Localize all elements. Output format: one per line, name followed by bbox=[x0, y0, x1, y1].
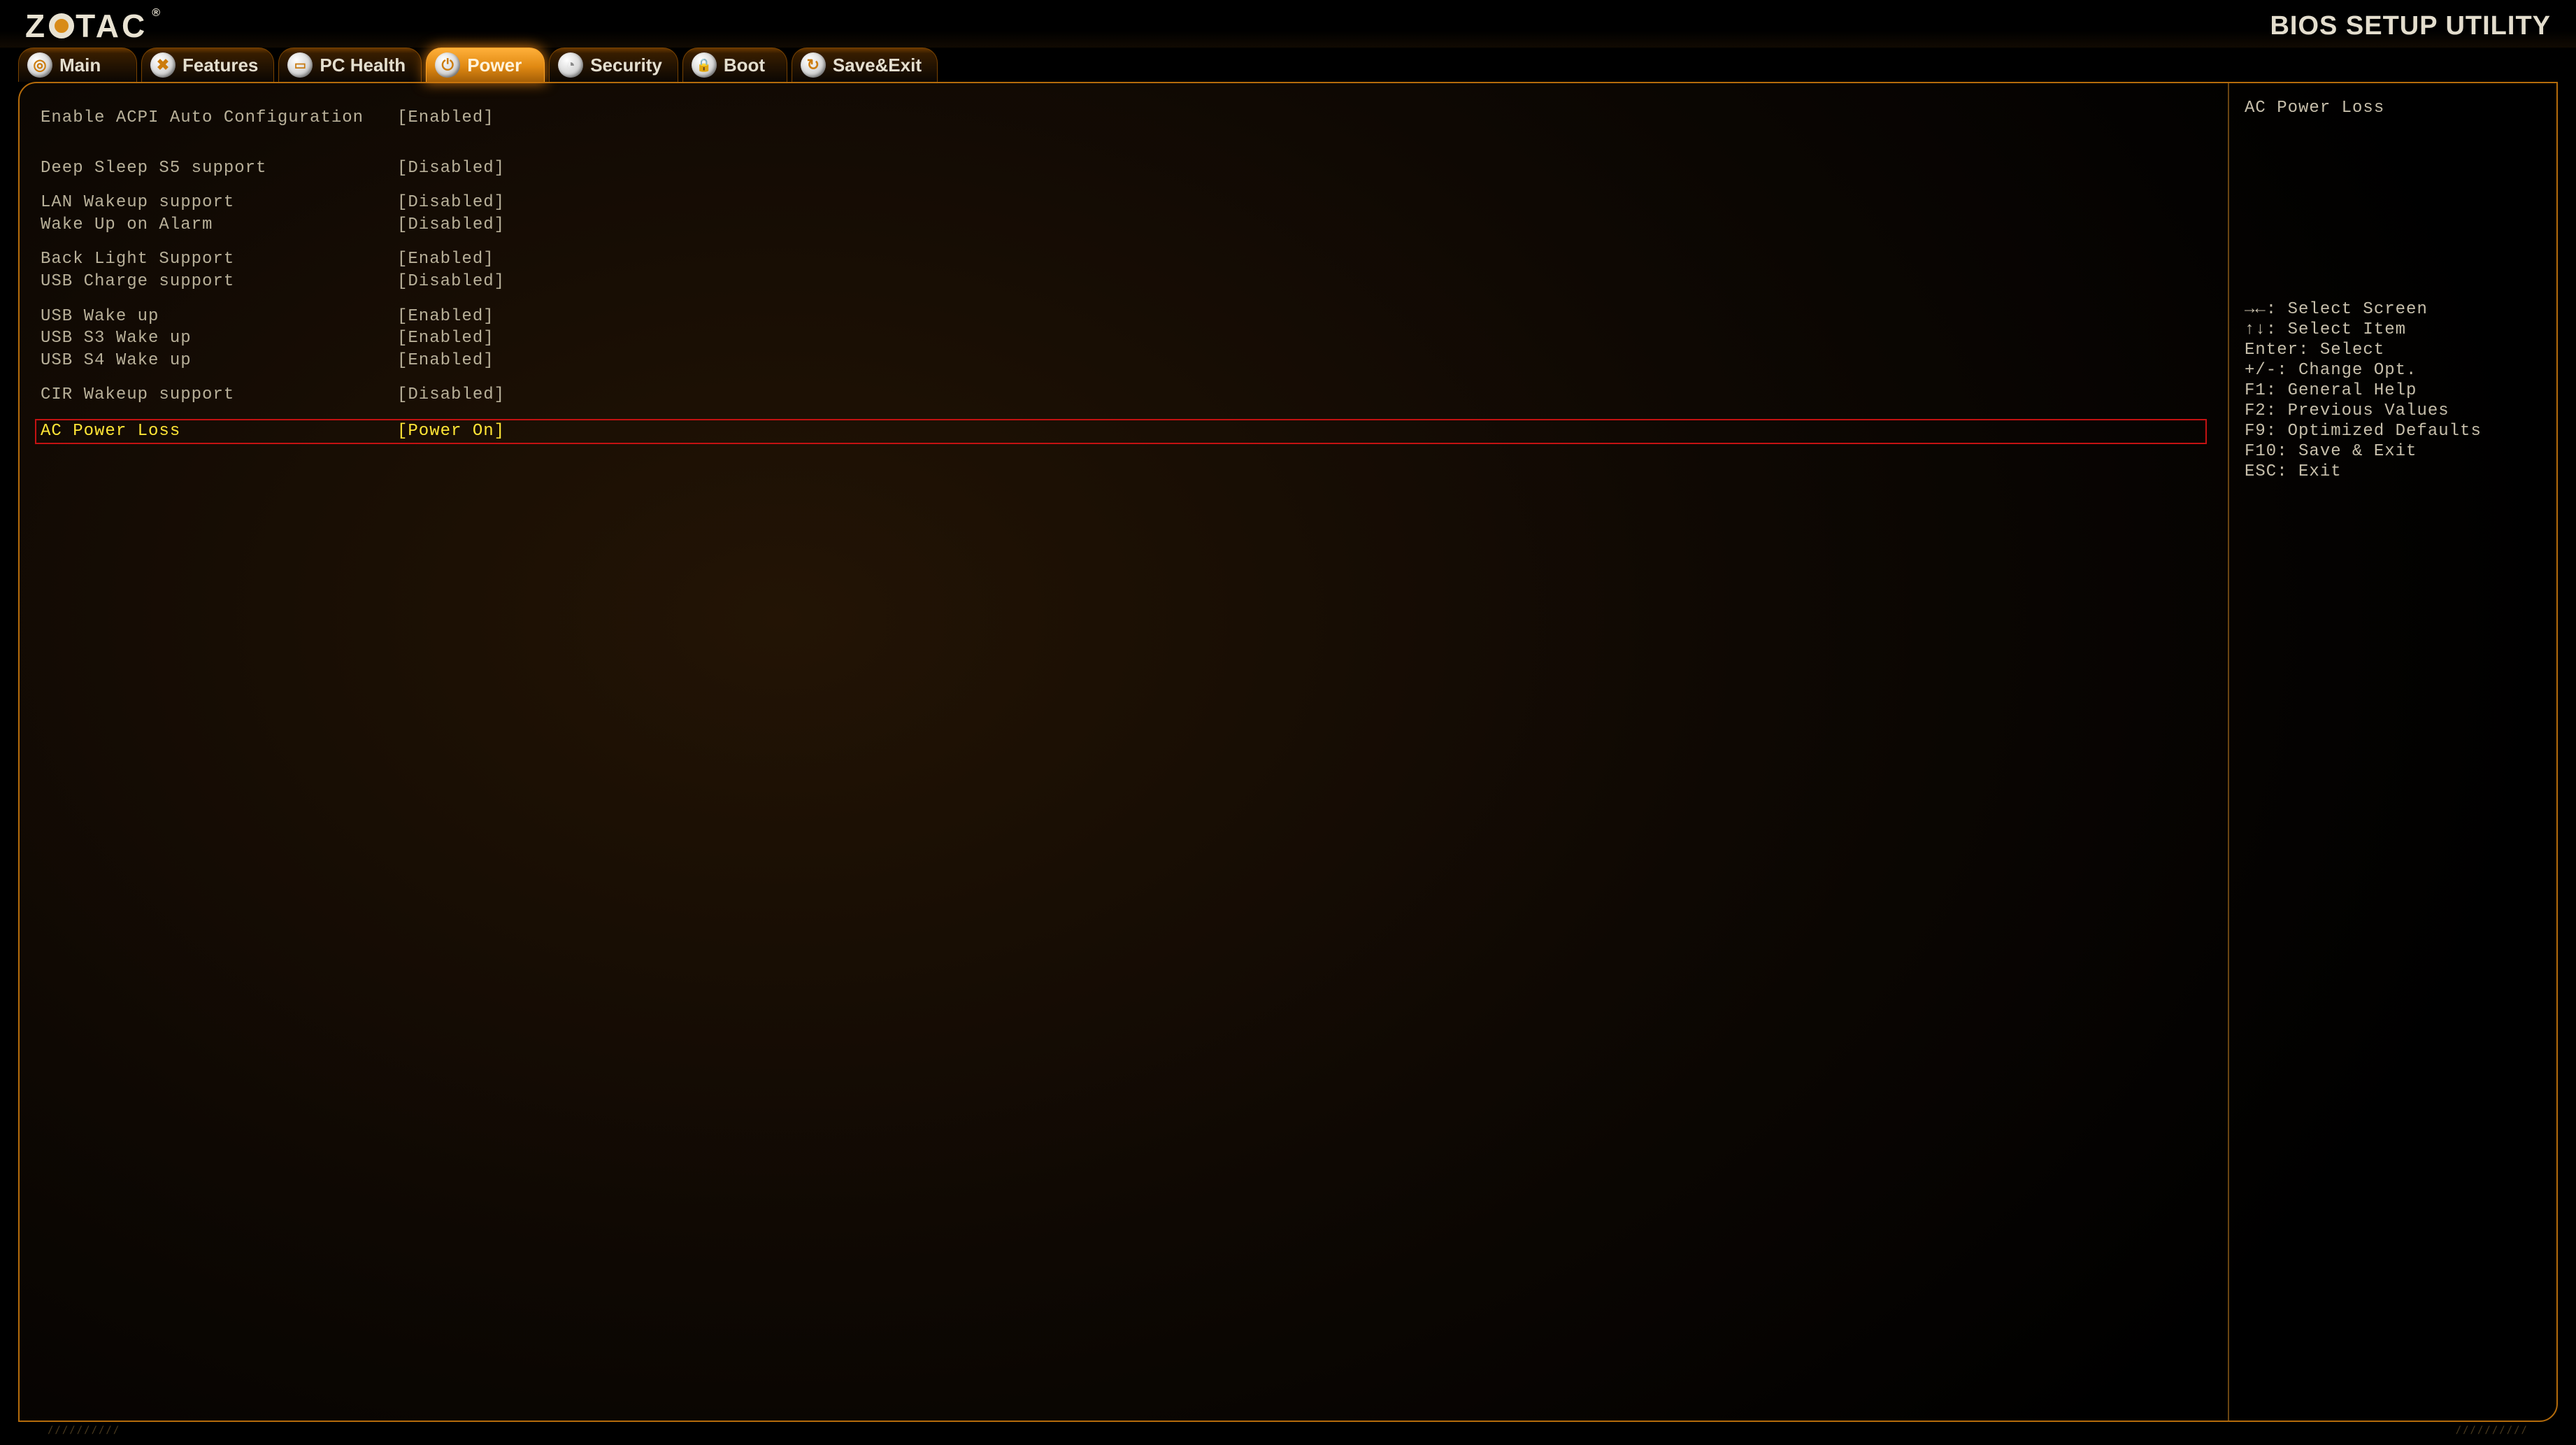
tab-label: Main bbox=[59, 55, 101, 76]
tab-save-exit[interactable]: ↻ Save&Exit bbox=[792, 48, 938, 82]
setting-label: Enable ACPI Auto Configuration bbox=[41, 108, 397, 128]
setting-label: CIR Wakeup support bbox=[41, 385, 397, 405]
spacer bbox=[41, 293, 2207, 306]
setting-label: Deep Sleep S5 support bbox=[41, 159, 397, 178]
spacer bbox=[41, 406, 2207, 419]
tools-icon: ✖ bbox=[150, 52, 176, 78]
setting-row[interactable]: Wake Up on Alarm[Disabled] bbox=[41, 214, 2207, 236]
tab-label: Security bbox=[590, 55, 662, 76]
setting-label: USB S3 Wake up bbox=[41, 329, 397, 348]
target-icon: ◎ bbox=[27, 52, 52, 78]
setting-label: Back Light Support bbox=[41, 250, 397, 269]
brand-logo-o-icon bbox=[49, 13, 74, 38]
tab-label: Features bbox=[183, 55, 258, 76]
vent-decor: ////////// ////////// bbox=[0, 1425, 2576, 1436]
power-icon: ⏻ bbox=[435, 52, 460, 78]
setting-row[interactable]: Enable ACPI Auto Configuration[Enabled] bbox=[41, 107, 2207, 129]
help-key-line: →←: Select Screen bbox=[2245, 299, 2541, 320]
tab-label: Boot bbox=[724, 55, 765, 76]
setting-value: [Disabled] bbox=[397, 215, 505, 235]
help-key-line: F9: Optimized Defaults bbox=[2245, 421, 2541, 441]
tab-power[interactable]: ⏻ Power bbox=[426, 48, 545, 82]
help-keys: →←: Select Screen↑↓: Select ItemEnter: S… bbox=[2245, 299, 2541, 482]
setting-row[interactable]: AC Power Loss[Power On] bbox=[35, 419, 2207, 444]
setting-row[interactable]: LAN Wakeup support[Disabled] bbox=[41, 192, 2207, 214]
lock-icon: 🔒 bbox=[692, 52, 717, 78]
setting-value: [Enabled] bbox=[397, 250, 494, 269]
setting-row[interactable]: CIR Wakeup support[Disabled] bbox=[41, 384, 2207, 406]
setting-value: [Enabled] bbox=[397, 108, 494, 128]
setting-row[interactable]: USB Charge support[Disabled] bbox=[41, 271, 2207, 293]
main-panel: Enable ACPI Auto Configuration[Enabled]D… bbox=[18, 82, 2558, 1422]
setting-label: USB Wake up bbox=[41, 307, 397, 327]
settings-pane: Enable ACPI Auto Configuration[Enabled]D… bbox=[20, 83, 2228, 1421]
tab-label: Power bbox=[467, 55, 522, 76]
setting-label: USB Charge support bbox=[41, 272, 397, 292]
brand-logo: Z TAC ® bbox=[25, 7, 163, 45]
tab-security[interactable]: ◔ Security bbox=[549, 48, 678, 82]
spacer bbox=[41, 129, 2207, 157]
help-title: AC Power Loss bbox=[2245, 99, 2541, 118]
bios-title: BIOS SETUP UTILITY bbox=[2270, 11, 2551, 41]
help-key-line: +/-: Change Opt. bbox=[2245, 360, 2541, 380]
setting-value: [Enabled] bbox=[397, 351, 494, 371]
setting-value: [Enabled] bbox=[397, 329, 494, 348]
help-key-line: Enter: Select bbox=[2245, 340, 2541, 360]
brand-letters-tac: TAC bbox=[76, 7, 148, 45]
setting-row[interactable]: Back Light Support[Enabled] bbox=[41, 248, 2207, 271]
help-key-line: ESC: Exit bbox=[2245, 462, 2541, 482]
setting-value: [Enabled] bbox=[397, 307, 494, 327]
spacer bbox=[41, 371, 2207, 384]
help-key-line: F2: Previous Values bbox=[2245, 401, 2541, 421]
setting-value: [Disabled] bbox=[397, 272, 505, 292]
setting-label: Wake Up on Alarm bbox=[41, 215, 397, 235]
spacer bbox=[41, 179, 2207, 192]
tab-pc-health[interactable]: ▭ PC Health bbox=[278, 48, 422, 82]
tab-label: Save&Exit bbox=[833, 55, 922, 76]
setting-value: [Disabled] bbox=[397, 385, 505, 405]
chip-icon: ▭ bbox=[287, 52, 313, 78]
setting-label: AC Power Loss bbox=[41, 422, 397, 441]
help-key-line: ↑↓: Select Item bbox=[2245, 320, 2541, 340]
brand-letter-z: Z bbox=[25, 7, 48, 45]
setting-row[interactable]: USB Wake up[Enabled] bbox=[41, 306, 2207, 328]
brand-registered-icon: ® bbox=[152, 7, 163, 20]
tab-features[interactable]: ✖ Features bbox=[141, 48, 274, 82]
tab-label: PC Health bbox=[320, 55, 406, 76]
setting-row[interactable]: USB S4 Wake up[Enabled] bbox=[41, 350, 2207, 372]
tab-strip: ◎ Main ✖ Features ▭ PC Health ⏻ Power ◔ … bbox=[0, 48, 2576, 82]
spacer bbox=[41, 236, 2207, 248]
setting-row[interactable]: USB S3 Wake up[Enabled] bbox=[41, 327, 2207, 350]
help-key-line: F10: Save & Exit bbox=[2245, 441, 2541, 462]
reload-icon: ↻ bbox=[801, 52, 826, 78]
setting-value: [Power On] bbox=[397, 422, 505, 441]
setting-label: USB S4 Wake up bbox=[41, 351, 397, 371]
setting-row[interactable]: Deep Sleep S5 support[Disabled] bbox=[41, 157, 2207, 180]
clock-icon: ◔ bbox=[558, 52, 583, 78]
setting-value: [Disabled] bbox=[397, 193, 505, 213]
help-pane: AC Power Loss →←: Select Screen↑↓: Selec… bbox=[2228, 83, 2556, 1421]
tab-main[interactable]: ◎ Main bbox=[18, 48, 137, 82]
tab-boot[interactable]: 🔒 Boot bbox=[682, 48, 787, 82]
setting-value: [Disabled] bbox=[397, 159, 505, 178]
brand-bar: Z TAC ® BIOS SETUP UTILITY bbox=[0, 0, 2576, 48]
setting-label: LAN Wakeup support bbox=[41, 193, 397, 213]
help-key-line: F1: General Help bbox=[2245, 380, 2541, 401]
